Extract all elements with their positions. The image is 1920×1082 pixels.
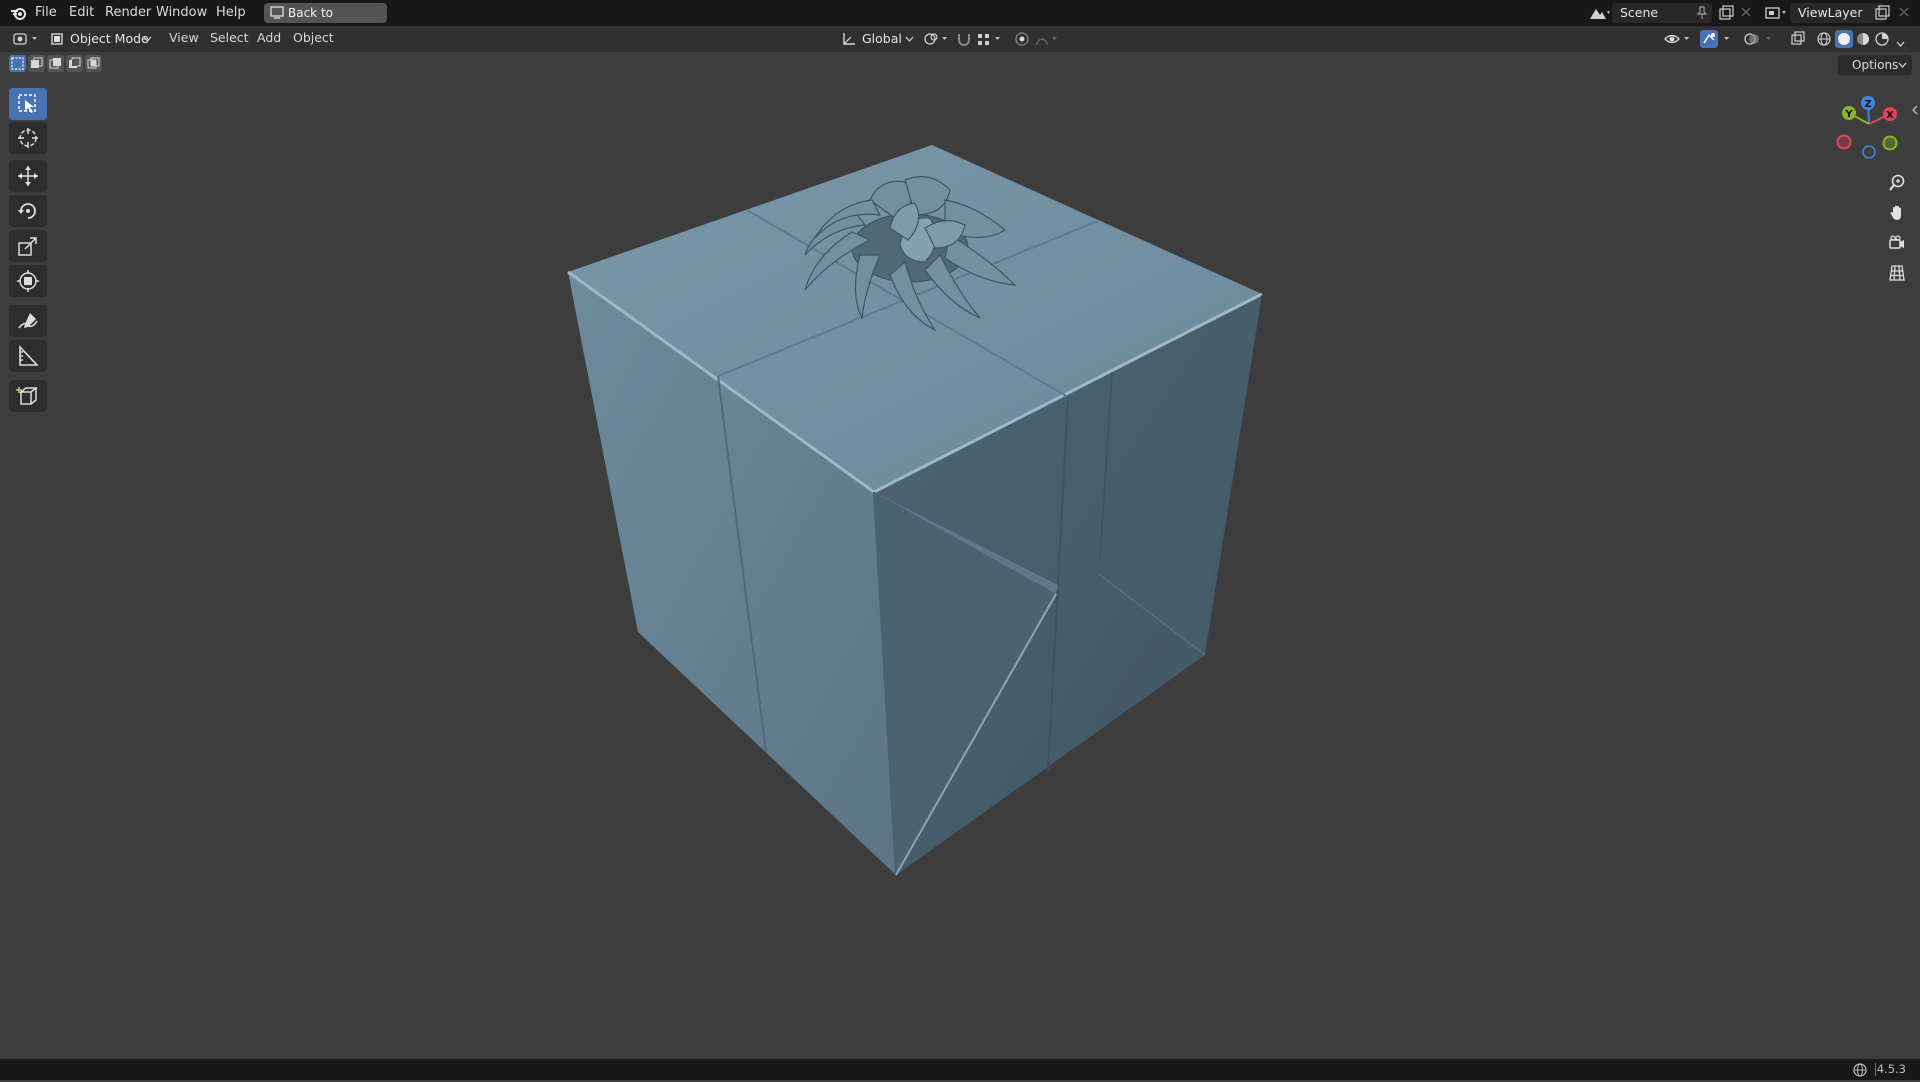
zoom-icon	[1889, 174, 1905, 191]
overlays-icon[interactable]	[1744, 31, 1776, 51]
proportional-editing-icon[interactable]	[1014, 31, 1030, 51]
scale-tool[interactable]	[9, 230, 47, 262]
cursor-icon	[18, 128, 38, 148]
object-mode-icon	[51, 33, 63, 45]
scene-name: Scene	[1620, 5, 1659, 20]
grid-perspective-icon	[1889, 265, 1905, 281]
falloff-curve-icon[interactable]	[1034, 31, 1060, 51]
select-box-tool[interactable]	[9, 88, 47, 120]
pin-icon[interactable]	[1696, 6, 1708, 24]
rendered-shading-icon[interactable]	[1874, 31, 1890, 51]
rotate-tool[interactable]	[9, 195, 47, 227]
camera-icon	[1889, 235, 1904, 249]
select-new-mode-icon[interactable]	[9, 55, 26, 72]
3d-viewport[interactable]	[0, 0, 1920, 1080]
select-subtract-mode-icon[interactable]	[47, 55, 64, 72]
editor-type-icon[interactable]	[12, 31, 40, 51]
move-icon	[18, 166, 38, 186]
select-box-icon	[18, 94, 36, 113]
network-icon	[1852, 1062, 1868, 1082]
material-preview-icon[interactable]	[1855, 31, 1871, 51]
show-gizmo-icon[interactable]	[1700, 30, 1736, 52]
chevron-down-icon	[1898, 62, 1907, 68]
add-cube-tool[interactable]	[9, 380, 47, 412]
menu-render[interactable]: Render	[105, 0, 151, 26]
add-cube-icon	[16, 387, 39, 405]
object-mode-label: Object Mode	[70, 31, 149, 46]
navigation-gizmo[interactable]: Z X Y	[1828, 88, 1908, 168]
selection-mode-row	[0, 52, 1920, 76]
sidebar-toggle-chevron-icon[interactable]	[1911, 104, 1919, 119]
new-scene-icon[interactable]	[1718, 5, 1734, 25]
blender-logo-icon[interactable]	[10, 5, 28, 25]
view-layer-name-field[interactable]: ViewLayer	[1790, 3, 1884, 23]
rotate-icon	[18, 203, 36, 219]
pan-view-button[interactable]	[1882, 199, 1912, 227]
solid-shading-icon[interactable]	[1835, 30, 1853, 52]
close-icon[interactable]	[1740, 6, 1752, 22]
blender-version: 4.5.3	[1876, 1062, 1906, 1076]
scene-icon[interactable]	[1588, 5, 1612, 25]
perspective-toggle-button[interactable]	[1882, 259, 1912, 287]
annotate-icon	[18, 313, 38, 329]
gizmo-z-label: Z	[1864, 99, 1871, 110]
menu-object[interactable]: Object	[293, 26, 334, 52]
chevron-down-icon	[905, 36, 914, 42]
view-layer-name: ViewLayer	[1798, 5, 1863, 20]
scale-icon	[18, 237, 37, 256]
xray-icon[interactable]	[1790, 31, 1806, 51]
menu-help[interactable]: Help	[216, 0, 246, 26]
menu-file[interactable]: File	[35, 0, 57, 26]
move-tool[interactable]	[9, 160, 47, 192]
pivot-point-icon[interactable]	[922, 31, 950, 51]
transform-orientation-label: Global	[862, 31, 902, 46]
transform-icon	[17, 270, 39, 292]
orientation-axes-icon	[843, 33, 855, 45]
options-dropdown[interactable]: Options	[1838, 55, 1912, 75]
wireframe-shading-icon[interactable]	[1816, 31, 1832, 51]
select-invert-mode-icon[interactable]	[66, 55, 83, 72]
select-extend-mode-icon[interactable]	[28, 55, 45, 72]
select-intersect-mode-icon[interactable]	[85, 55, 102, 72]
measure-icon	[19, 344, 39, 366]
new-view-layer-icon[interactable]	[1874, 5, 1890, 25]
shading-options-chevron-icon[interactable]	[1896, 36, 1905, 51]
screen-icon	[270, 6, 284, 19]
visibility-icon[interactable]	[1664, 31, 1692, 51]
top-menu-bar: File Edit Render Window Help Back to Pre…	[0, 0, 1920, 40]
menu-add[interactable]: Add	[257, 26, 281, 52]
gizmo-x-label: X	[1886, 110, 1894, 121]
options-label: Options	[1852, 58, 1899, 72]
hand-icon	[1890, 205, 1901, 220]
menu-window[interactable]: Window	[156, 0, 207, 26]
snap-icon[interactable]	[956, 31, 972, 51]
transform-tool[interactable]	[9, 265, 47, 297]
menu-select[interactable]: Select	[210, 26, 249, 52]
status-bar: 4.5.3	[0, 1059, 1920, 1080]
cursor-tool[interactable]	[9, 122, 47, 154]
object-mode-dropdown[interactable]: Object Mode	[46, 29, 158, 49]
transform-orientation-dropdown[interactable]: Global	[838, 29, 916, 49]
gizmo-y-label: Y	[1844, 109, 1853, 120]
camera-view-button[interactable]	[1882, 229, 1912, 257]
chevron-down-icon	[143, 36, 152, 42]
viewport-header: Object Mode View Select Add Object Globa…	[0, 26, 1920, 52]
zoom-view-button[interactable]	[1882, 169, 1912, 197]
menu-view[interactable]: View	[169, 26, 199, 52]
back-to-previous-button[interactable]: Back to Previous	[264, 3, 387, 40]
menu-edit[interactable]: Edit	[69, 0, 94, 26]
view-layer-icon[interactable]	[1764, 5, 1788, 25]
measure-tool[interactable]	[9, 340, 47, 372]
snap-increment-icon[interactable]	[976, 31, 1004, 51]
close-view-layer-icon[interactable]	[1898, 6, 1910, 22]
annotate-tool[interactable]	[9, 305, 47, 337]
